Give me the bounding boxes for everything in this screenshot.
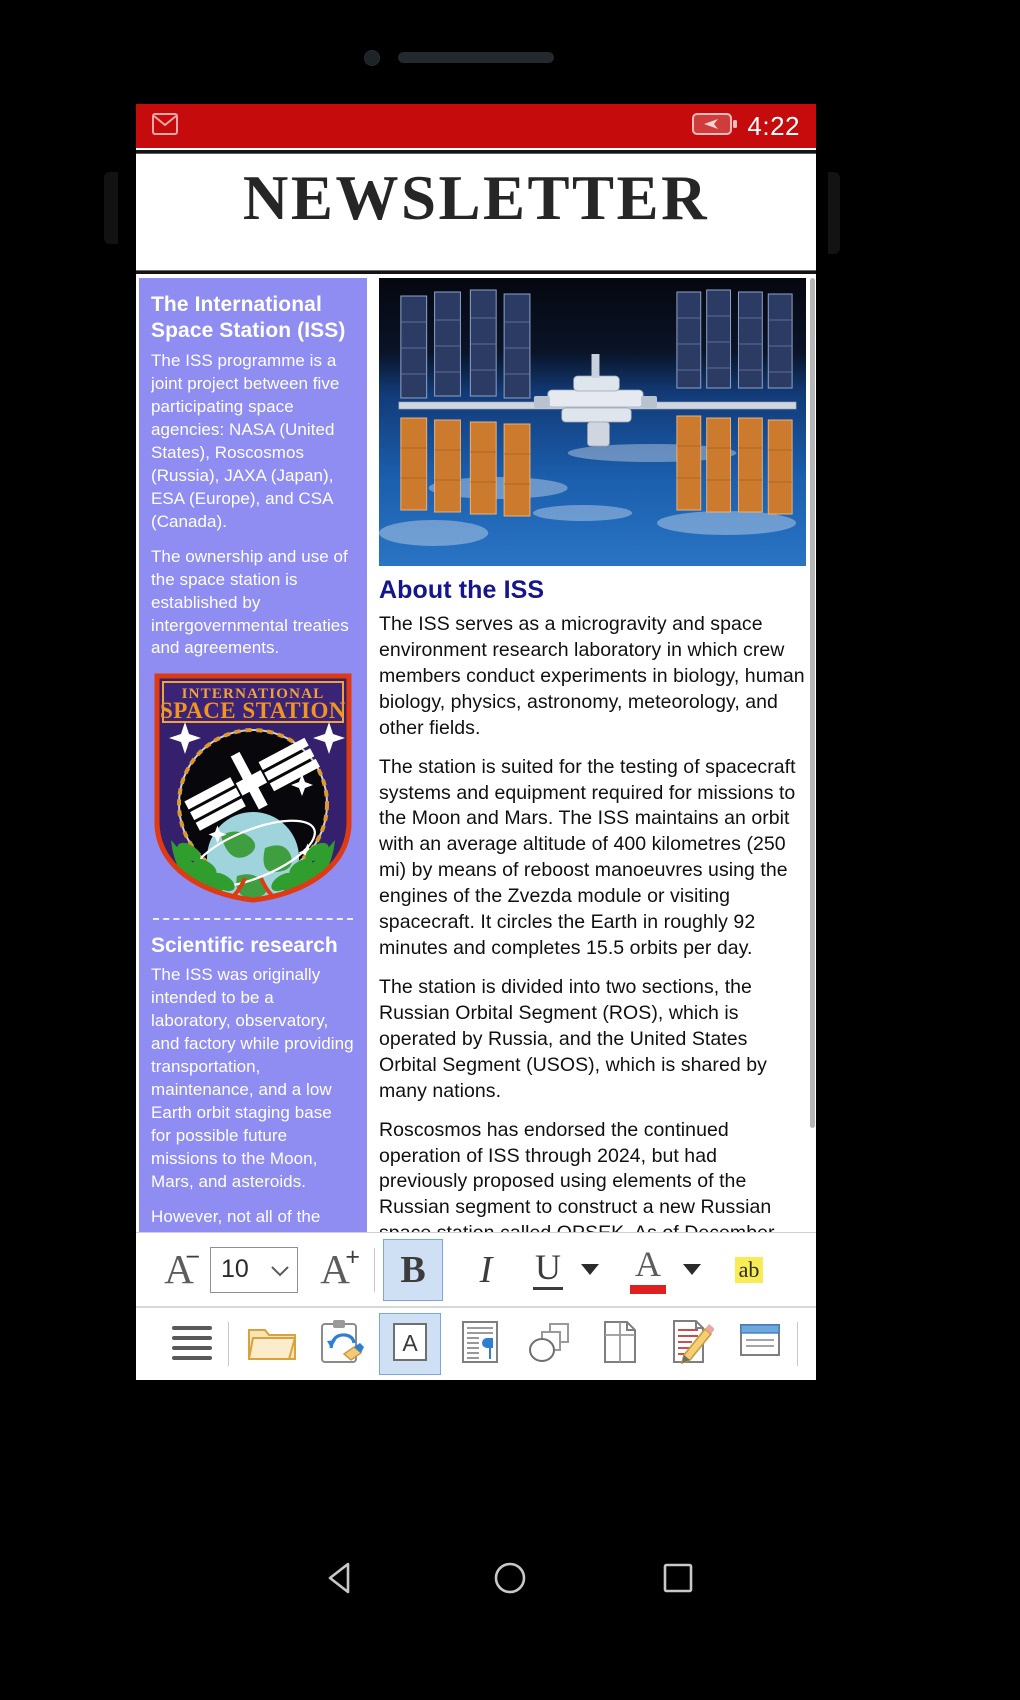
status-bar: 4:22 [136,104,816,148]
font-color-dropdown-button[interactable] [675,1239,709,1301]
format-toolbar: A − 10 A + B I U A ab [136,1233,816,1306]
highlight-icon: ab [734,1256,764,1283]
svg-text:A: A [402,1330,418,1356]
font-color-icon: A [630,1246,666,1294]
italic-button[interactable]: I [461,1239,511,1301]
sidebar-heading: The International Space Station (ISS) [151,293,346,342]
caret-down-icon [581,1264,599,1275]
sidebar-column[interactable]: The International Space Station (ISS) Th… [139,278,367,1380]
page-layout-button[interactable] [589,1313,651,1375]
slide-button[interactable] [729,1313,791,1375]
bold-button[interactable]: B [383,1238,443,1301]
iss-mission-patch: INTERNATIONAL SPACE STATION [151,672,355,904]
android-nav-bar [0,1540,1020,1620]
menu-lines-icon [170,1322,214,1367]
font-color-swatch [630,1284,666,1294]
shapes-button[interactable] [519,1313,581,1375]
masthead-title: NEWSLETTER [242,162,710,233]
underline-dropdown-button[interactable] [573,1239,607,1301]
editor-toolbars: A − 10 A + B I U A ab A [136,1232,816,1380]
phone-device: 4:22 NEWSLETTER The International Space … [0,0,1020,1700]
main-paragraph-2: The station is suited for the testing of… [379,755,796,960]
sidebar-section2-heading: Scientific research [151,934,338,958]
font-size-value: 10 [221,1255,249,1283]
caret-down-icon [683,1264,701,1275]
battery-charging-icon [692,111,738,142]
font-color-button[interactable]: A [621,1239,675,1301]
document-canvas[interactable]: NEWSLETTER The International Space Stati… [136,148,816,1380]
slide-icon [736,1321,784,1368]
shapes-icon [526,1320,574,1369]
paragraph-button[interactable] [449,1313,511,1375]
font-size-select[interactable]: 10 [210,1246,298,1293]
bold-icon: B [400,1248,426,1291]
device-edge-right [828,172,840,254]
sidebar-section2-paragraph-1: The ISS was originally intended to be a … [151,965,354,1191]
highlight-color-button[interactable]: ab [721,1239,777,1301]
main-paragraph-1: The ISS serves as a microgravity and spa… [379,613,805,739]
italic-icon: I [479,1248,493,1291]
plus-superscript: + [345,1242,360,1271]
minus-superscript: − [185,1242,200,1271]
masthead: NEWSLETTER [136,155,816,241]
increase-font-size-button[interactable]: A + [312,1239,360,1301]
apps-toolbar: A [136,1306,816,1380]
svg-text:SPACE STATION: SPACE STATION [160,698,346,723]
masthead-top-rule [136,150,816,154]
main-heading-1: About the ISS [379,576,545,604]
review-pencil-button[interactable] [659,1313,721,1375]
main-column[interactable]: About the ISS The ISS serves as a microg… [373,278,816,1380]
underline-icon: U [533,1248,563,1290]
home-circle-icon[interactable] [491,1559,529,1602]
back-triangle-icon[interactable] [323,1559,361,1602]
front-camera [364,50,380,66]
masthead-bottom-rule [136,270,816,274]
paragraph-icon [457,1319,503,1370]
chevron-down-icon [270,1255,290,1284]
open-folder-button[interactable] [241,1313,303,1375]
status-clock: 4:22 [747,111,800,141]
article-columns: The International Space Station (ISS) Th… [136,278,816,1380]
device-edge-left [104,172,118,244]
decrease-font-size-button[interactable]: A − [156,1239,202,1301]
apps-toolbar-separator-right [797,1322,798,1366]
clipboard-undo-button[interactable] [309,1313,371,1375]
page-layout-icon [598,1319,642,1370]
gmail-icon [152,112,178,140]
clipboard-undo-icon [314,1318,366,1371]
earpiece-speaker [398,52,554,63]
menu-lines-button[interactable] [164,1313,220,1375]
font-color-letter: A [635,1243,661,1284]
phone-screen: 4:22 NEWSLETTER The International Space … [136,104,816,1380]
sidebar-paragraph-2: The ownership and use of the space stati… [151,546,349,658]
text-box-icon: A [388,1320,432,1369]
highlight-letter: ab [738,1256,760,1282]
recents-square-icon[interactable] [659,1559,697,1602]
underline-button[interactable]: U [523,1239,573,1301]
text-box-button[interactable]: A [379,1313,441,1375]
open-folder-icon [246,1320,298,1369]
review-pencil-icon [666,1318,715,1371]
apps-toolbar-separator [228,1322,229,1366]
toolbar-separator [374,1247,375,1292]
main-paragraph-3: The station is divided into two sections… [379,975,767,1102]
document-scrollbar[interactable] [810,278,815,1238]
sidebar-paragraph-1: The ISS programme is a joint project bet… [151,351,340,531]
iss-hero-image [379,278,806,566]
sidebar-divider [153,918,353,921]
